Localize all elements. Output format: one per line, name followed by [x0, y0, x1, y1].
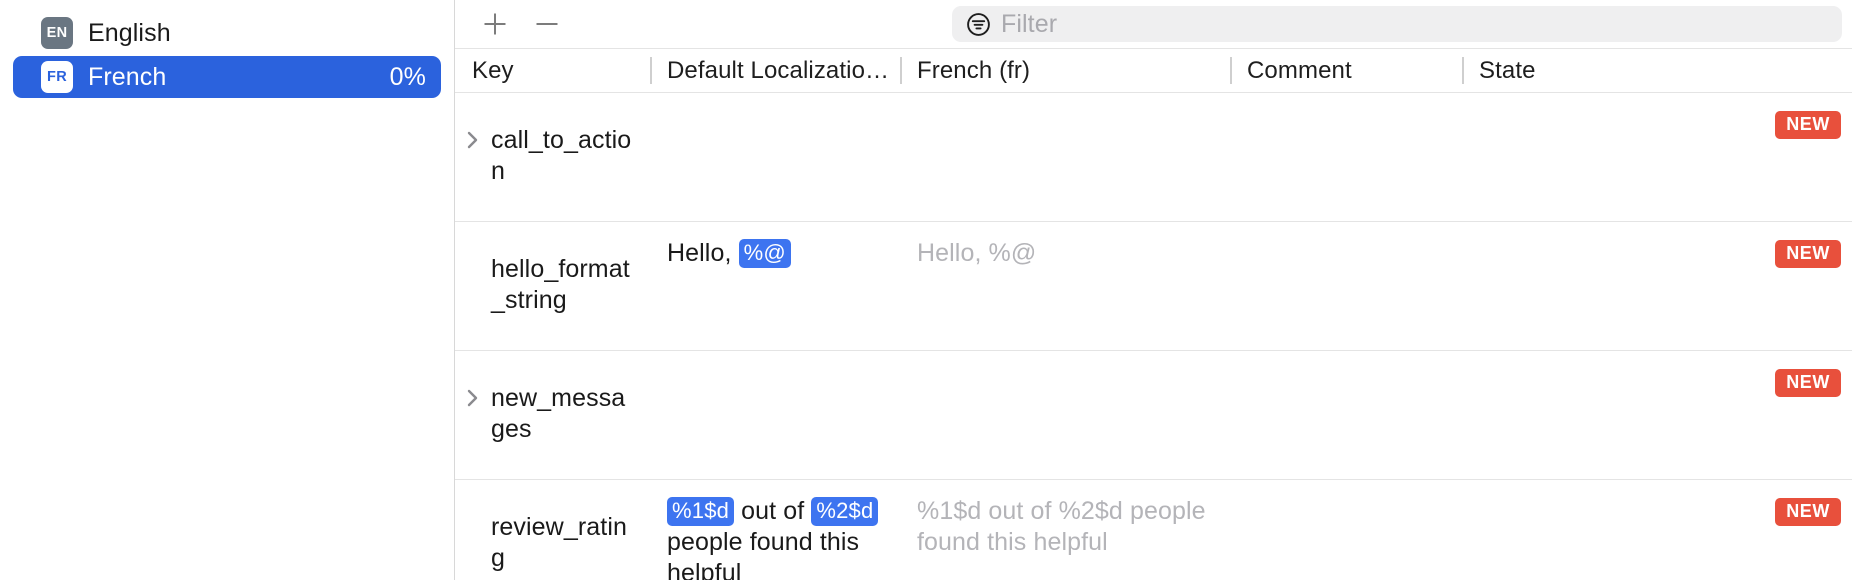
- cell-french-translation[interactable]: [900, 93, 1230, 221]
- toolbar: Filter: [455, 0, 1852, 48]
- cell-state: NEW: [1462, 480, 1852, 580]
- main-panel: Filter Key Default Localizatio… French (…: [455, 0, 1852, 580]
- search-input[interactable]: Filter: [952, 6, 1842, 42]
- column-header-comment[interactable]: Comment: [1230, 48, 1462, 93]
- add-string-button[interactable]: [469, 2, 521, 46]
- filter-field-wrapper: Filter: [952, 6, 1842, 42]
- sidebar-item-label-english: English: [88, 18, 171, 47]
- chevron-right-icon[interactable]: [455, 109, 491, 151]
- status-badge: NEW: [1775, 369, 1841, 397]
- format-token: %2$d: [811, 497, 879, 526]
- cell-default-localization[interactable]: Hello, %@: [650, 222, 900, 350]
- cell-comment[interactable]: [1230, 351, 1462, 479]
- default-text-run: people found this helpful: [667, 528, 860, 580]
- table-row[interactable]: review_rating %1$d out of %2$d people fou…: [455, 480, 1852, 580]
- cell-key: review_rating: [455, 480, 650, 580]
- cell-default-localization[interactable]: [650, 93, 900, 221]
- sidebar-item-french[interactable]: FR French 0%: [13, 56, 441, 98]
- default-text-run: out of: [734, 497, 812, 525]
- table-body: call_to_action NEW hello_format_string Hell…: [455, 93, 1852, 580]
- status-badge: NEW: [1775, 498, 1841, 526]
- chevron-right-icon[interactable]: [455, 367, 491, 409]
- key-label: call_to_action: [491, 126, 632, 185]
- status-badge: NEW: [1775, 111, 1841, 139]
- table-row[interactable]: call_to_action NEW: [455, 93, 1852, 222]
- cell-state: NEW: [1462, 93, 1852, 221]
- cell-state: NEW: [1462, 351, 1852, 479]
- cell-key: hello_format_string: [455, 222, 650, 350]
- cell-key: new_messages: [455, 351, 650, 479]
- cell-french-translation[interactable]: Hello, %@: [900, 222, 1230, 350]
- filter-placeholder-text: Filter: [1001, 9, 1058, 38]
- format-token: %@: [738, 239, 791, 268]
- table-row[interactable]: new_messages NEW: [455, 351, 1852, 480]
- cell-key: call_to_action: [455, 93, 650, 221]
- cell-comment[interactable]: [1230, 93, 1462, 221]
- key-label: review_rating: [491, 513, 627, 572]
- language-sidebar: EN English FR French 0%: [0, 0, 455, 580]
- cell-comment[interactable]: [1230, 222, 1462, 350]
- column-header-french[interactable]: French (fr): [900, 48, 1230, 93]
- key-label: new_messages: [491, 384, 626, 443]
- column-header-state[interactable]: State: [1462, 48, 1852, 93]
- sidebar-item-label-french: French: [88, 62, 167, 91]
- filter-icon: [966, 12, 991, 37]
- column-header-default-localization[interactable]: Default Localizatio…: [650, 48, 900, 93]
- language-code-badge-fr: FR: [41, 61, 73, 93]
- key-label: hello_format_string: [491, 255, 630, 314]
- table-header-row: Key Default Localizatio… French (fr) Com…: [455, 48, 1852, 93]
- string-catalog-editor: EN English FR French 0% Filter Key Defau…: [0, 0, 1852, 580]
- translation-percent-french: 0%: [389, 62, 426, 91]
- status-badge: NEW: [1775, 240, 1841, 268]
- cell-french-translation[interactable]: %1$d out of %2$d people found this helpf…: [900, 480, 1230, 580]
- cell-state: NEW: [1462, 222, 1852, 350]
- column-header-key[interactable]: Key: [455, 48, 650, 93]
- format-token: %1$d: [667, 497, 735, 526]
- remove-string-button[interactable]: [521, 2, 573, 46]
- cell-default-localization[interactable]: %1$d out of %2$d people found this helpf…: [650, 480, 900, 580]
- cell-comment[interactable]: [1230, 480, 1462, 580]
- default-text-run: Hello,: [667, 239, 739, 267]
- sidebar-item-english[interactable]: EN English: [13, 12, 441, 54]
- table-row[interactable]: hello_format_string Hello, %@ Hello, %@ NEW: [455, 222, 1852, 351]
- cell-default-localization[interactable]: [650, 351, 900, 479]
- cell-french-translation[interactable]: [900, 351, 1230, 479]
- language-code-badge-en: EN: [41, 17, 73, 49]
